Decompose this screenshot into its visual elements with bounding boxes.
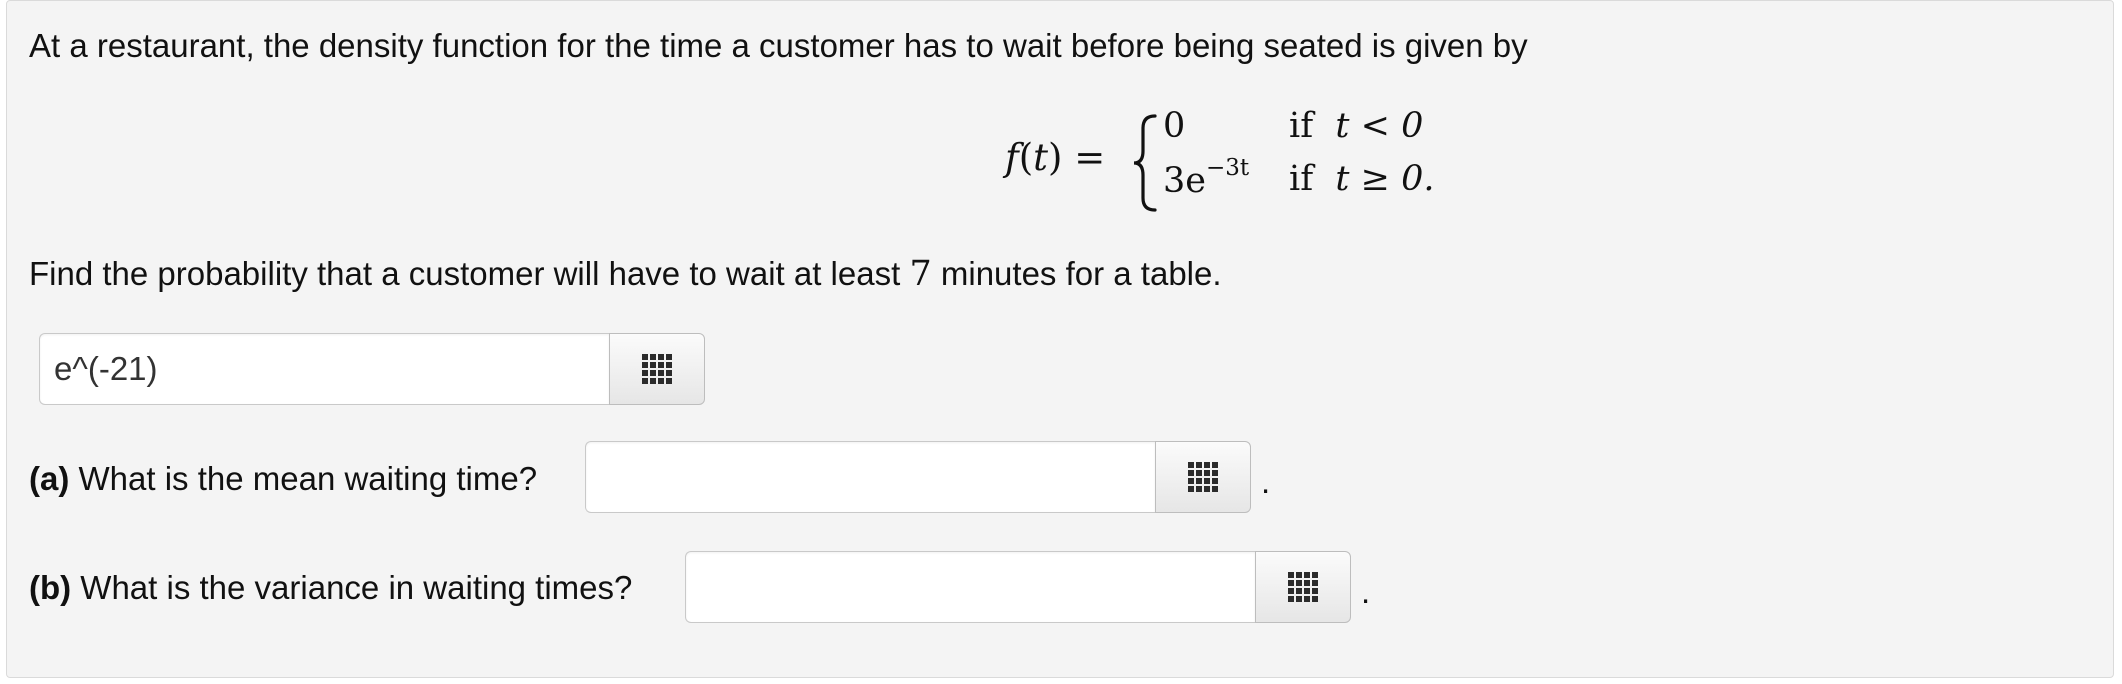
question-panel: At a restaurant, the density function fo… xyxy=(6,0,2114,678)
part-b-answer-input[interactable] xyxy=(685,551,1255,623)
question-text-end: minutes for a table. xyxy=(931,255,1222,292)
part-a-answer-group xyxy=(585,441,1251,513)
part-b-label: (b) xyxy=(29,569,72,606)
case1-if: if xyxy=(1289,106,1314,146)
part-a-period: . xyxy=(1261,463,1271,500)
part-b-text: What is the variance in waiting times? xyxy=(71,569,633,606)
part-b-period: . xyxy=(1361,573,1371,610)
case1-condition: if t < 0 xyxy=(1289,106,1423,146)
part-b-question: (b) What is the variance in waiting time… xyxy=(29,565,632,611)
piecewise-brace-icon xyxy=(1133,114,1157,212)
case2-condition: if t ≥ 0. xyxy=(1289,159,1434,199)
part-a-palette-button[interactable] xyxy=(1155,441,1251,513)
part-a-text: What is the mean waiting time? xyxy=(69,460,538,497)
problem-intro: At a restaurant, the density function fo… xyxy=(29,27,1528,64)
main-answer-palette-button[interactable] xyxy=(609,333,705,405)
part-a-answer-input[interactable] xyxy=(585,441,1155,513)
equation-lhs: f(t) = xyxy=(1005,136,1106,179)
part-b-palette-button[interactable] xyxy=(1255,551,1351,623)
probability-question: Find the probability that a customer wil… xyxy=(29,251,1222,297)
case2-exponent: −3t xyxy=(1205,155,1250,181)
question-minutes-number: 7 xyxy=(909,254,932,294)
main-answer-input[interactable] xyxy=(39,333,609,405)
question-text-start: Find the probability that a customer wil… xyxy=(29,255,910,292)
grid-palette-icon xyxy=(642,354,672,384)
case2-if: if xyxy=(1289,159,1314,199)
part-a-label: (a) xyxy=(29,460,70,497)
part-b-answer-group xyxy=(685,551,1351,623)
case1-value: 0 xyxy=(1163,106,1186,146)
case2-inequality: t ≥ 0. xyxy=(1335,159,1435,199)
case2-value: 3e−3t xyxy=(1163,155,1249,201)
case1-inequality: t < 0 xyxy=(1335,106,1424,146)
part-a-question: (a) What is the mean waiting time? xyxy=(29,456,537,502)
function-name: f xyxy=(1005,136,1019,179)
grid-palette-icon xyxy=(1188,462,1218,492)
case2-base: 3e xyxy=(1163,161,1206,201)
function-variable: t xyxy=(1033,136,1049,179)
main-answer-group xyxy=(39,333,705,405)
grid-palette-icon xyxy=(1288,572,1318,602)
equals-sign: = xyxy=(1074,136,1106,179)
